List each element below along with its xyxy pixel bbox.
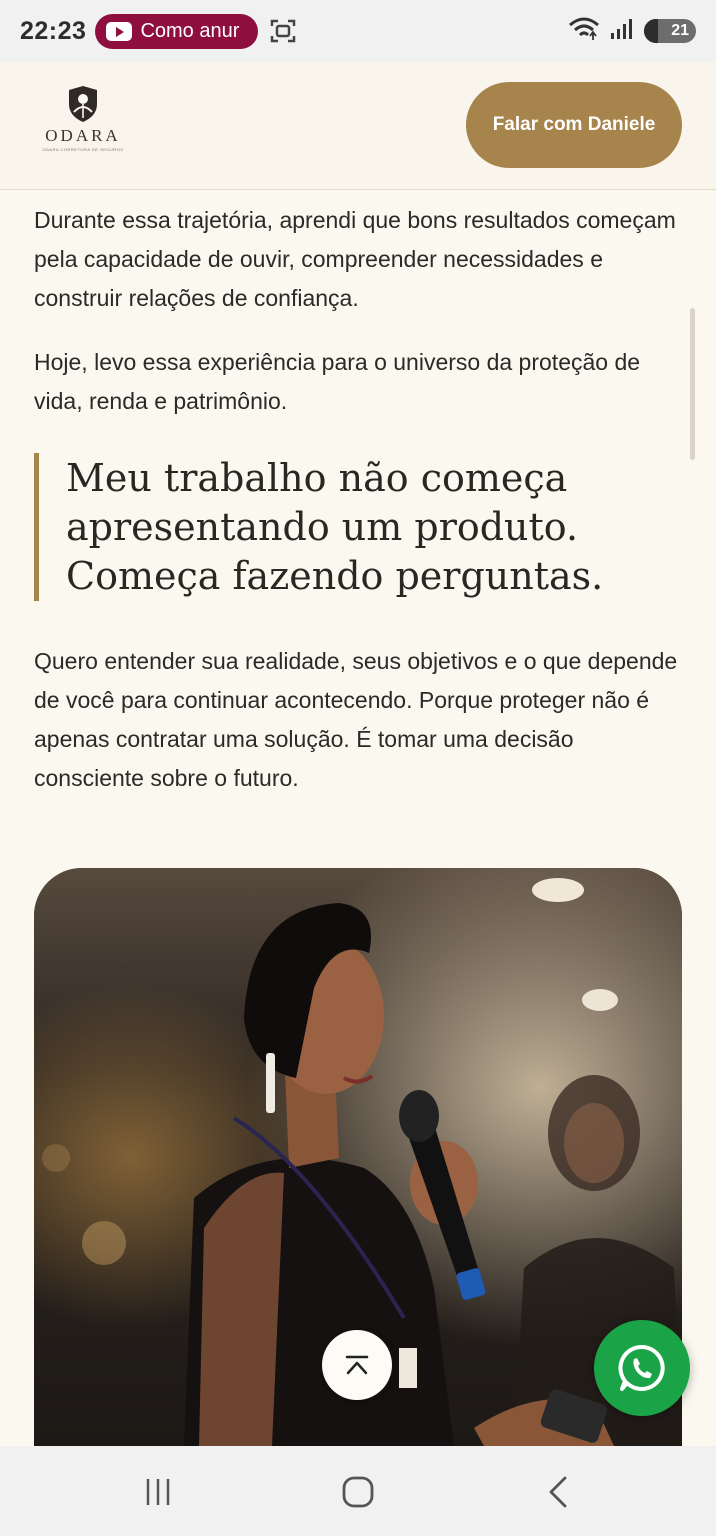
whatsapp-icon <box>618 1344 665 1391</box>
paragraph-understanding: Quero entender sua realidade, seus objet… <box>34 648 678 791</box>
chevron-up-icon <box>345 1355 369 1375</box>
home-button[interactable] <box>336 1474 380 1510</box>
home-icon <box>342 1476 374 1508</box>
pull-quote: Meu trabalho não começa apresentando um … <box>34 453 684 601</box>
site-header: ODARA ODARA CORRETORA DE SEGUROS Falar c… <box>0 62 716 190</box>
notification-pill[interactable]: Como anur <box>95 13 259 49</box>
scroll-to-top-button[interactable] <box>322 1330 392 1400</box>
notification-pill-text: Como anur <box>140 19 240 42</box>
back-icon <box>549 1476 567 1508</box>
logo-name: ODARA <box>45 126 121 145</box>
battery-icon: 21 <box>644 19 696 43</box>
back-button[interactable] <box>536 1474 580 1510</box>
logo-emblem-icon <box>69 86 97 122</box>
status-bar: 22:23 Como anur 21 <box>0 0 716 62</box>
recents-icon <box>146 1479 170 1505</box>
brand-logo[interactable]: ODARA ODARA CORRETORA DE SEGUROS <box>42 84 124 166</box>
logo-tagline: ODARA CORRETORA DE SEGUROS <box>42 147 124 152</box>
status-time: 22:23 <box>20 16 87 45</box>
youtube-icon <box>106 21 133 41</box>
scrollbar[interactable] <box>690 308 695 460</box>
recents-button[interactable] <box>136 1474 180 1510</box>
system-nav-bar <box>0 1446 716 1536</box>
battery-level: 21 <box>671 22 689 39</box>
whatsapp-button[interactable] <box>594 1320 690 1416</box>
talk-to-daniele-button[interactable]: Falar com Daniele <box>466 82 682 168</box>
paragraph-trajectory: Durante essa trajetória, aprendi que bon… <box>34 207 676 311</box>
wifi-icon <box>568 16 600 47</box>
signal-icon <box>610 18 634 45</box>
screen-record-icon <box>270 18 296 44</box>
paragraph-experience: Hoje, levo essa experiência para o unive… <box>34 349 641 414</box>
